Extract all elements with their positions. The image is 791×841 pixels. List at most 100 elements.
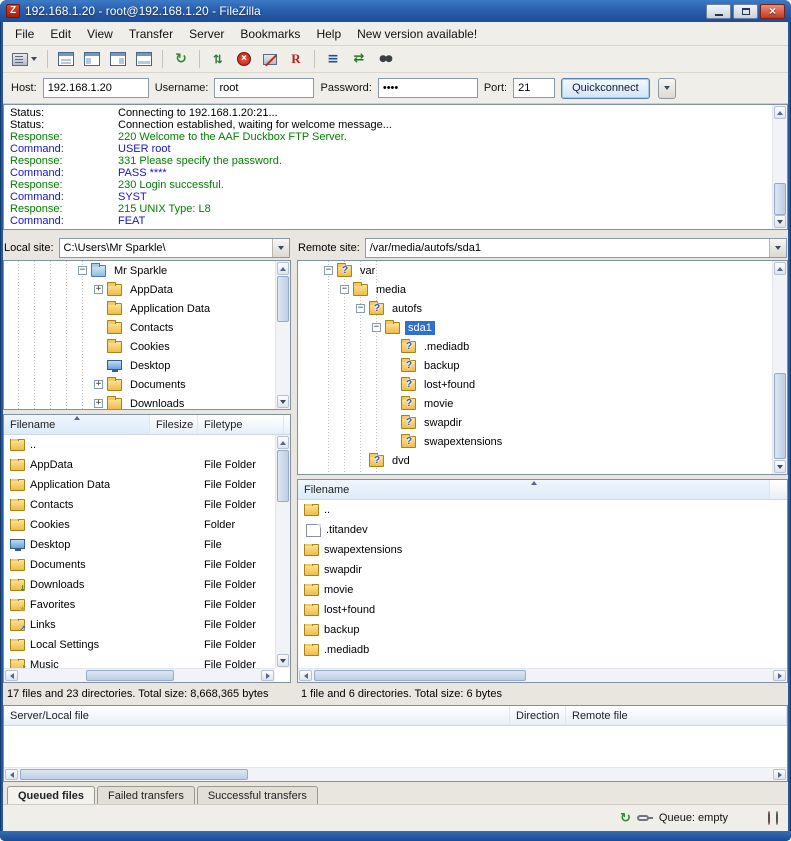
scroll-left-button[interactable] (299, 670, 312, 681)
tree-item-backup[interactable]: backup (298, 356, 787, 375)
scroll-up-button[interactable] (277, 262, 289, 275)
tab-queued-files[interactable]: Queued files (7, 786, 95, 804)
file-row-links[interactable]: ↗LinksFile Folder (4, 615, 290, 635)
column-header-filename[interactable]: Filename (4, 415, 150, 434)
port-input[interactable] (513, 78, 555, 98)
tree-item-sda1[interactable]: −sda1 (298, 318, 787, 337)
menu-item-edit[interactable]: Edit (42, 24, 79, 44)
file-row-application-data[interactable]: Application DataFile Folder (4, 475, 290, 495)
scroll-up-button[interactable] (277, 436, 289, 449)
quickconnect-button[interactable]: Quickconnect (561, 78, 650, 99)
scroll-left-button[interactable] (5, 670, 18, 681)
tree-item-cookies[interactable]: Cookies (4, 337, 290, 356)
vertical-scrollbar[interactable] (275, 261, 290, 409)
file-row-movie[interactable]: movie (298, 580, 787, 600)
username-input[interactable] (214, 78, 314, 98)
toggle-queue-button[interactable] (132, 48, 156, 70)
scroll-up-button[interactable] (774, 106, 786, 119)
tree-item-desktop[interactable]: Desktop (4, 356, 290, 375)
scrollbar-thumb[interactable] (774, 183, 786, 215)
toggle-message-log-button[interactable] (54, 48, 78, 70)
tree-item-swapextensions[interactable]: swapextensions (298, 432, 787, 451)
tree-item-media[interactable]: −media (298, 280, 787, 299)
menu-item-new-version-available[interactable]: New version available! (349, 24, 485, 44)
file-row-swapextensions[interactable]: swapextensions (298, 540, 787, 560)
tree-item-lost-found[interactable]: lost+found (298, 375, 787, 394)
file-row-appdata[interactable]: AppDataFile Folder (4, 455, 290, 475)
tree-expander-icon[interactable]: − (78, 266, 87, 275)
column-header-server-local-file[interactable]: Server/Local file (4, 706, 510, 725)
menu-item-transfer[interactable]: Transfer (121, 24, 181, 44)
scrollbar-thumb[interactable] (314, 670, 526, 681)
cancel-operation-button[interactable] (232, 48, 256, 70)
find-files-button[interactable] (373, 48, 397, 70)
file-row-downloads[interactable]: ↓DownloadsFile Folder (4, 575, 290, 595)
tree-expander-icon[interactable]: − (372, 323, 381, 332)
tree-item-appdata[interactable]: +AppData (4, 280, 290, 299)
local-site-dropdown-button[interactable] (272, 239, 289, 257)
tree-expander-icon[interactable]: + (94, 285, 103, 294)
tree-item-mr-sparkle[interactable]: −Mr Sparkle (4, 261, 290, 280)
scrollbar-thumb[interactable] (86, 670, 174, 681)
quickconnect-dropdown-button[interactable] (658, 78, 676, 99)
scrollbar-thumb[interactable] (277, 276, 289, 322)
toggle-remote-tree-button[interactable] (106, 48, 130, 70)
scroll-left-button[interactable] (5, 769, 18, 780)
reconnect-button[interactable] (284, 48, 308, 70)
file-row-desktop[interactable]: DesktopFile (4, 535, 290, 555)
scroll-down-button[interactable] (774, 215, 786, 228)
file-row-cookies[interactable]: CookiesFolder (4, 515, 290, 535)
directory-comparison-button[interactable] (321, 48, 345, 70)
disconnect-button[interactable] (258, 48, 282, 70)
tree-expander-icon[interactable]: − (340, 285, 349, 294)
vertical-scrollbar[interactable] (275, 435, 290, 668)
close-button[interactable]: × (760, 4, 785, 19)
horizontal-scrollbar[interactable] (4, 668, 275, 682)
file-row-mediadb[interactable]: .mediadb (298, 640, 787, 660)
tree-item-application-data[interactable]: Application Data (4, 299, 290, 318)
file-row-backup[interactable]: backup (298, 620, 787, 640)
tree-item-swapdir[interactable]: swapdir (298, 413, 787, 432)
file-row-favorites[interactable]: ★FavoritesFile Folder (4, 595, 290, 615)
file-row-parent-dir[interactable]: .. (4, 435, 290, 455)
password-input[interactable] (378, 78, 478, 98)
host-input[interactable] (43, 78, 149, 98)
tree-item-dvd[interactable]: dvd (298, 451, 787, 470)
local-site-combobox[interactable]: C:\Users\Mr Sparkle\ (59, 238, 290, 258)
tree-item-downloads[interactable]: +Downloads (4, 394, 290, 410)
scroll-right-button[interactable] (773, 670, 786, 681)
scroll-right-button[interactable] (773, 769, 786, 780)
horizontal-scrollbar[interactable] (298, 668, 787, 682)
tree-item-contacts[interactable]: Contacts (4, 318, 290, 337)
tree-item-movie[interactable]: movie (298, 394, 787, 413)
file-row-swapdir[interactable]: swapdir (298, 560, 787, 580)
scroll-down-button[interactable] (774, 460, 786, 473)
menu-item-server[interactable]: Server (181, 24, 232, 44)
file-row-lost-found[interactable]: lost+found (298, 600, 787, 620)
tab-successful-transfers[interactable]: Successful transfers (197, 786, 318, 804)
vertical-scrollbar[interactable] (772, 261, 787, 474)
refresh-button[interactable] (169, 48, 193, 70)
synchronized-browsing-button[interactable] (347, 48, 371, 70)
scroll-right-button[interactable] (261, 670, 274, 681)
column-header-remote-file[interactable]: Remote file (566, 706, 787, 725)
key-icon[interactable] (637, 815, 649, 821)
tree-expander-icon[interactable]: + (94, 399, 103, 408)
tree-item-mediadb[interactable]: .mediadb (298, 337, 787, 356)
tree-expander-icon[interactable]: + (94, 380, 103, 389)
file-row-parent-dir[interactable]: .. (298, 500, 787, 520)
maximize-button[interactable] (733, 4, 758, 19)
tree-item-autofs[interactable]: −autofs (298, 299, 787, 318)
file-row-documents[interactable]: DocumentsFile Folder (4, 555, 290, 575)
toggle-local-tree-button[interactable] (80, 48, 104, 70)
horizontal-scrollbar[interactable] (4, 767, 787, 781)
menu-item-view[interactable]: View (79, 24, 121, 44)
file-row-local-settings[interactable]: Local SettingsFile Folder (4, 635, 290, 655)
sync-arrows-icon[interactable] (620, 812, 631, 825)
tree-expander-icon[interactable]: − (324, 266, 333, 275)
tree-item-var[interactable]: −var (298, 261, 787, 280)
menu-item-bookmarks[interactable]: Bookmarks (232, 24, 308, 44)
site-manager-button[interactable] (8, 48, 41, 70)
remote-site-dropdown-button[interactable] (769, 239, 786, 257)
column-header-direction[interactable]: Direction (510, 706, 566, 725)
